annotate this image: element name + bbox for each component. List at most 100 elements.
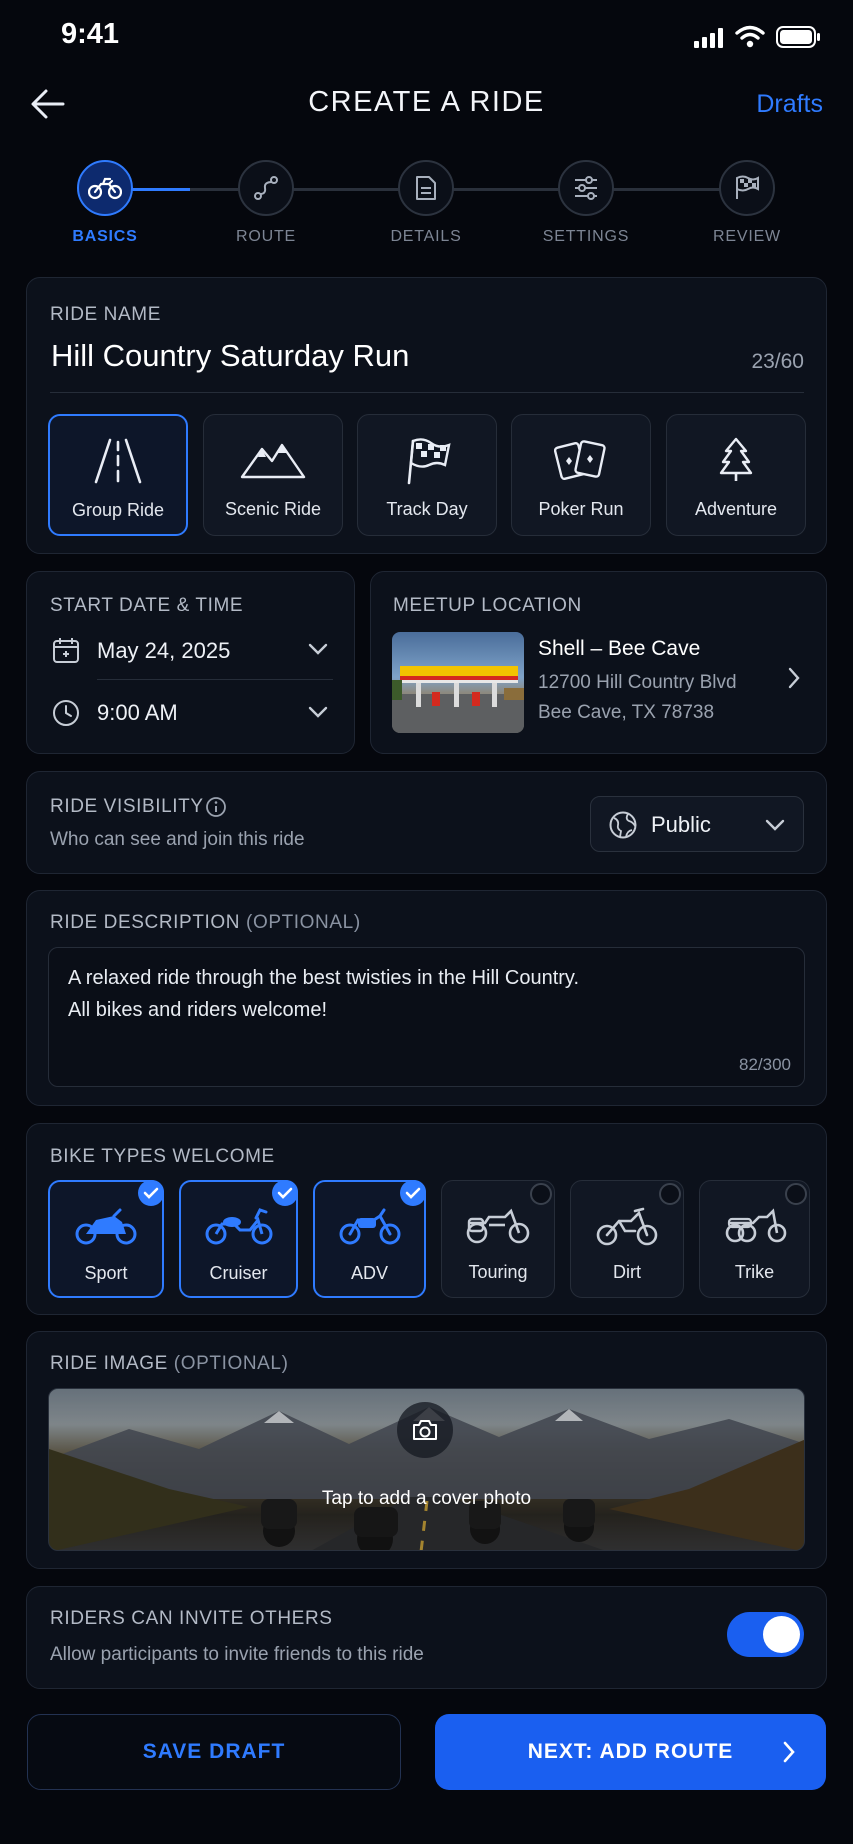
mountains-icon [240,443,306,479]
bike-type-sport[interactable]: Sport [48,1180,164,1298]
cruiser-bike-icon [205,1208,272,1245]
bike-type-label: ADV [350,1263,388,1283]
ride-type-group-ride[interactable]: Group Ride [48,414,188,536]
ride-type-poker-run[interactable]: Poker Run [511,414,651,536]
page-title: CREATE A RIDE [308,86,545,118]
info-icon[interactable] [205,796,227,823]
check-icon [138,1180,164,1206]
step-settings[interactable] [558,160,614,216]
description-line-2: All bikes and riders welcome! [68,999,327,1021]
optional-tag: (OPTIONAL) [173,1353,289,1374]
step-label-basics[interactable]: BASICS [35,228,175,246]
meetup-address-line1: 12700 Hill Country Blvd [538,672,737,693]
drafts-link[interactable]: Drafts [756,90,823,119]
motorcycle-icon [88,177,122,200]
meetup-name: Shell – Bee Cave [538,637,701,660]
step-label-review[interactable]: REVIEW [677,228,817,246]
clock-icon [52,699,80,732]
check-icon [272,1180,298,1206]
chevron-down-icon [765,818,785,837]
description-counter: 82/300 [739,1055,791,1074]
step-label-route[interactable]: ROUTE [196,228,336,246]
ride-visibility-label: RIDE VISIBILITY [50,796,204,817]
chevron-right-icon[interactable] [787,667,801,694]
invite-card [26,1586,827,1689]
calendar-icon [52,636,80,669]
invite-label: RIDERS CAN INVITE OTHERS [50,1608,333,1629]
signal-icon [694,28,726,53]
bike-type-trike[interactable]: Trike [699,1180,810,1298]
chevron-right-icon [782,1741,796,1768]
description-line-1: A relaxed ride through the best twisties… [68,967,579,989]
ride-type-adventure[interactable]: Adventure [666,414,806,536]
bike-type-label: Touring [468,1262,528,1282]
cover-photo-cta: Tap to add a cover photo [321,1488,532,1509]
bike-type-cruiser[interactable]: Cruiser [179,1180,298,1298]
step-route[interactable] [238,160,294,216]
sliders-icon [575,176,597,200]
dirt-bike-icon [596,1207,658,1246]
cards-icon [554,440,606,480]
status-time: 9:41 [61,18,120,50]
start-datetime-label: START DATE & TIME [50,595,244,616]
ride-name-label: RIDE NAME [50,304,161,325]
gas-station-photo [392,632,524,733]
ride-name-input[interactable]: Hill Country Saturday Run [51,338,409,374]
bike-type-adv[interactable]: ADV [313,1180,426,1298]
ride-name-counter: 23/60 [751,350,804,373]
step-label-details[interactable]: DETAILS [356,228,496,246]
touring-bike-icon [466,1208,530,1244]
chevron-down-icon[interactable] [308,705,328,724]
wifi-icon [735,25,765,54]
checkbox-empty-icon [785,1183,807,1205]
document-icon [416,176,436,200]
adv-bike-icon [339,1208,400,1245]
meetup-location-label: MEETUP LOCATION [393,595,582,616]
bike-type-label: Sport [84,1263,128,1283]
checkbox-empty-icon [530,1183,552,1205]
tree-icon [719,437,753,481]
invite-toggle[interactable] [727,1612,804,1657]
divider [50,392,804,393]
bike-type-label: Cruiser [209,1263,268,1283]
toggle-knob [763,1616,800,1653]
start-time-select[interactable]: 9:00 AM [97,700,178,726]
next-button-label: NEXT: ADD ROUTE [527,1740,734,1763]
step-details[interactable] [398,160,454,216]
ride-image-title: RIDE IMAGE [50,1353,168,1374]
bike-type-label: Trike [734,1262,775,1282]
ride-description-title: RIDE DESCRIPTION [50,912,241,933]
ride-image-label: RIDE IMAGE (OPTIONAL) [50,1353,289,1375]
divider [97,679,333,680]
ride-visibility-subtitle: Who can see and join this ride [50,829,305,850]
visibility-value: Public [651,812,711,837]
save-draft-button[interactable]: SAVE DRAFT [27,1714,401,1790]
ride-type-label: Adventure [694,499,778,519]
ride-type-label: Scenic Ride [224,499,322,519]
ride-description-label: RIDE DESCRIPTION (OPTIONAL) [50,912,361,934]
next-add-route-button[interactable]: NEXT: ADD ROUTE [435,1714,826,1790]
ride-type-label: Track Day [386,499,468,519]
check-icon [400,1180,426,1206]
checkbox-empty-icon [659,1183,681,1205]
globe-icon [608,810,638,845]
ride-type-label: Poker Run [538,499,624,519]
bike-type-dirt[interactable]: Dirt [570,1180,684,1298]
road-icon [94,438,142,484]
bike-type-touring[interactable]: Touring [441,1180,555,1298]
ride-type-track-day[interactable]: Track Day [357,414,497,536]
camera-icon[interactable] [397,1402,453,1458]
checkered-flag-icon [407,438,451,485]
ride-type-label: Group Ride [71,500,165,520]
start-date-select[interactable]: May 24, 2025 [97,638,230,664]
ride-type-scenic-ride[interactable]: Scenic Ride [203,414,343,536]
chevron-down-icon[interactable] [308,642,328,661]
battery-icon [776,25,822,54]
bike-types-label: BIKE TYPES WELCOME [50,1146,275,1167]
route-icon [254,176,278,200]
bike-type-label: Dirt [613,1262,641,1282]
step-label-settings[interactable]: SETTINGS [516,228,656,246]
step-review[interactable] [719,160,775,216]
trike-icon [725,1208,786,1243]
step-basics[interactable] [77,160,133,216]
